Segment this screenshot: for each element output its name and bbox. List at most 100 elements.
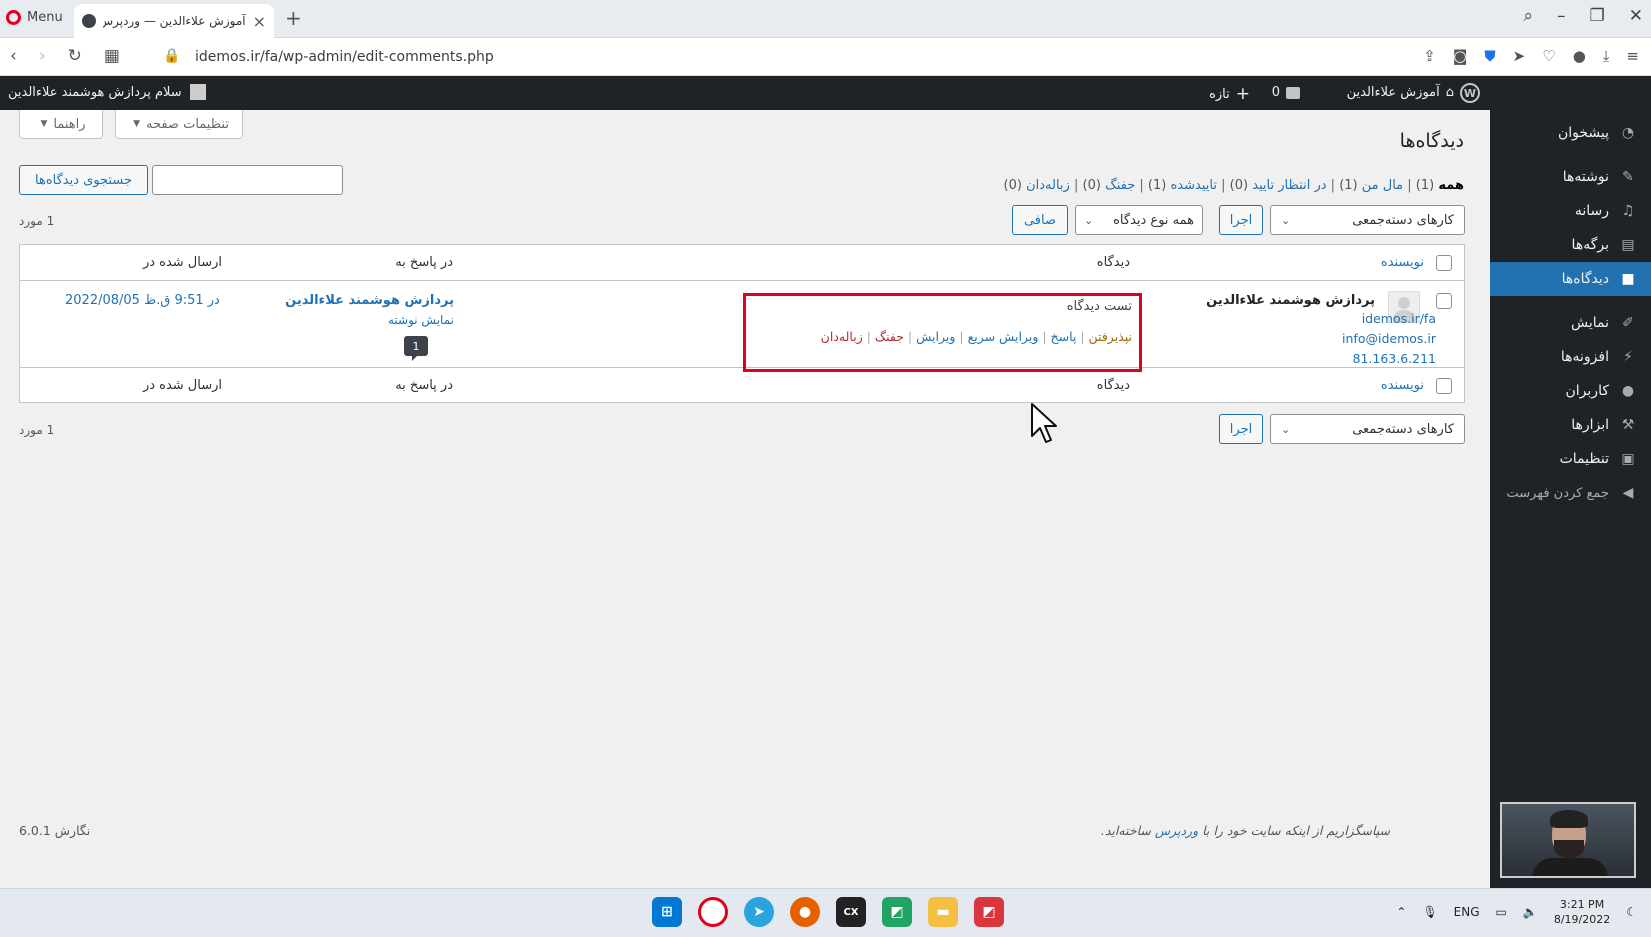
filter-trash[interactable]: زباله‌دان	[1026, 178, 1070, 193]
wordpress-link[interactable]: وردپرس	[1155, 823, 1198, 838]
column-author[interactable]: نویسنده	[1381, 378, 1424, 393]
select-all-checkbox[interactable]	[1436, 255, 1452, 271]
screen-options-tab[interactable]: ▼ تنظیمات صفحه	[115, 110, 243, 139]
volume-icon[interactable]: 🔈	[1523, 905, 1538, 919]
camtasia-recorder-icon[interactable]: ◩	[882, 897, 912, 927]
firefox-icon[interactable]: ●	[790, 897, 820, 927]
taskbar-clock[interactable]: 3:21 PM 8/19/2022	[1554, 897, 1610, 927]
comment-count-bubble[interactable]: 1	[404, 336, 428, 361]
view-post-link[interactable]: نمایش نوشته	[388, 313, 454, 327]
sidebar-item-settings[interactable]: تنظیمات ▣	[1490, 442, 1651, 476]
admin-sidebar: پیشخوان ◔ نوشته‌ها ✎ رسانه ♫ برگه‌ها ▤ د…	[1482, 76, 1651, 888]
admin-bar-comments[interactable]: 0	[1272, 85, 1300, 100]
author-email[interactable]: info@idemos.ir	[1342, 331, 1436, 346]
sidebar-item-users[interactable]: کاربران ●	[1490, 374, 1651, 408]
vpn-shield-icon[interactable]: ⛊	[1484, 47, 1495, 65]
opera-menu-button[interactable]: Menu	[6, 10, 63, 25]
filter-mine[interactable]: مال من	[1362, 178, 1403, 193]
sidebar-item-dashboard[interactable]: پیشخوان ◔	[1490, 116, 1651, 150]
author-ip[interactable]: 81.163.6.211	[1353, 351, 1437, 366]
table-row: پردازش هوشمند علاءالدین idemos.ir/fa inf…	[20, 281, 1464, 367]
search-tabs-icon[interactable]: ⌕	[1523, 6, 1533, 26]
sidebar-item-collapse[interactable]: جمع کردن فهرست ◀	[1490, 476, 1651, 510]
tab-grid-icon[interactable]: ▦	[104, 46, 120, 66]
column-response[interactable]: در پاسخ به	[395, 255, 453, 270]
collapse-icon: ◀	[1622, 485, 1634, 501]
camtasia-icon[interactable]: ◩	[974, 897, 1004, 927]
browser-tab[interactable]: آموزش علاءالدین — وردپرس ×	[74, 4, 274, 38]
sidebar-item-pages[interactable]: برگه‌ها ▤	[1490, 228, 1651, 262]
search-comments-button[interactable]: جستجوی دیدگاه‌ها	[19, 165, 148, 195]
column-response[interactable]: در پاسخ به	[395, 378, 453, 393]
plus-icon: +	[1235, 84, 1250, 104]
do-not-disturb-icon[interactable]: ☾	[1626, 905, 1637, 919]
heart-icon[interactable]: ♡	[1542, 47, 1555, 65]
filter-approved[interactable]: تاییدشده	[1170, 178, 1216, 193]
clock-time: 3:21 PM	[1559, 898, 1605, 911]
profile-icon[interactable]: ●	[1573, 47, 1586, 65]
filter-trash-count: (0)	[1003, 178, 1022, 193]
telegram-icon[interactable]: ➤	[744, 897, 774, 927]
network-icon[interactable]: ▭	[1496, 905, 1507, 919]
file-explorer-icon[interactable]: ▬	[928, 897, 958, 927]
taskbar-apps: ⊞ ➤ ● CX ◩ ▬ ◩	[652, 897, 1004, 927]
filter-spam[interactable]: جفنگ	[1105, 178, 1135, 193]
windows-taskbar: ⊞ ➤ ● CX ◩ ▬ ◩ ⌃ 🎙 ENG ▭ 🔈 3:21 PM 8/19/…	[0, 888, 1651, 937]
submitted-date[interactable]: 2022/08/05 در 9:51 ق.ظ	[65, 293, 220, 308]
wordpress-logo-icon[interactable]: W	[1460, 83, 1480, 103]
comment-type-select[interactable]: ⌄ همه نوع دیدگاه	[1075, 205, 1203, 235]
new-label: تازه	[1209, 86, 1230, 102]
column-author[interactable]: نویسنده	[1381, 255, 1424, 270]
sidebar-item-appearance[interactable]: نمایش ✐	[1490, 306, 1651, 340]
account-menu[interactable]: سلام پردازش هوشمند علاءالدین	[8, 84, 206, 100]
close-window-icon[interactable]: ✕	[1629, 6, 1643, 26]
url-field[interactable]: idemos.ir/fa/wp-admin/edit-comments.php	[195, 49, 494, 65]
lock-icon[interactable]: 🔒	[163, 48, 180, 64]
author-url[interactable]: idemos.ir/fa	[1362, 311, 1436, 326]
opera-icon[interactable]	[698, 897, 728, 927]
easy-setup-icon[interactable]: ≡	[1626, 47, 1639, 65]
select-all-checkbox-footer[interactable]	[1436, 378, 1452, 394]
apply-button-top[interactable]: اجرا	[1219, 205, 1263, 235]
minimize-icon[interactable]: –	[1557, 6, 1566, 26]
main-content: ▼ راهنما ▼ تنظیمات صفحه دیدگاه‌ها همه (1…	[0, 110, 1490, 888]
admin-bar-new[interactable]: تازه +	[1209, 84, 1250, 104]
chevron-down-icon: ⌄	[1281, 213, 1291, 227]
chevron-up-icon[interactable]: ⌃	[1396, 905, 1406, 919]
site-name-link[interactable]: آموزش علاءالدین ⌂	[1347, 85, 1454, 100]
column-date[interactable]: ارسال شده در	[143, 378, 222, 393]
opera-logo-icon	[6, 10, 21, 25]
language-indicator[interactable]: ENG	[1454, 905, 1480, 919]
reload-icon[interactable]: ↻	[68, 46, 82, 66]
row-checkbox[interactable]	[1436, 293, 1452, 309]
bulk-actions-select-top[interactable]: ⌄ کارهای دسته‌جمعی	[1270, 205, 1465, 235]
help-tab[interactable]: ▼ راهنما	[19, 110, 103, 139]
back-icon[interactable]: ‹	[10, 46, 17, 66]
column-date[interactable]: ارسال شده در	[143, 255, 222, 270]
close-tab-icon[interactable]: ×	[253, 12, 266, 31]
wrench-icon: ⚒	[1621, 417, 1635, 433]
filter-pending[interactable]: در انتظار تایید	[1252, 178, 1326, 193]
cx-app-icon[interactable]: CX	[836, 897, 866, 927]
sidebar-item-media[interactable]: رسانه ♫	[1490, 194, 1651, 228]
sidebar-item-plugins[interactable]: افزونه‌ها ⚡	[1490, 340, 1651, 374]
maximize-icon[interactable]: ❐	[1590, 6, 1605, 26]
forward-icon[interactable]: ›	[39, 46, 46, 66]
response-post-title[interactable]: پردازش هوشمند علاءالدین	[285, 293, 454, 308]
bulk-actions-select-bottom[interactable]: ⌄ کارهای دسته‌جمعی	[1270, 414, 1465, 444]
sidebar-item-posts[interactable]: نوشته‌ها ✎	[1490, 160, 1651, 194]
comment-bubble-icon	[1286, 86, 1300, 99]
sidebar-item-comments[interactable]: دیدگاه‌ها ■	[1482, 262, 1651, 296]
snapshot-icon[interactable]: ◙	[1453, 47, 1468, 65]
filter-all[interactable]: همه	[1438, 178, 1464, 193]
apply-button-bottom[interactable]: اجرا	[1219, 414, 1263, 444]
sidebar-item-tools[interactable]: ابزارها ⚒	[1490, 408, 1651, 442]
share-icon[interactable]: ⇪	[1423, 47, 1436, 65]
windows-start-icon[interactable]: ⊞	[652, 897, 682, 927]
microphone-icon[interactable]: 🎙	[1422, 905, 1437, 919]
search-input[interactable]	[152, 165, 343, 195]
filter-button[interactable]: صافی	[1012, 205, 1068, 235]
download-icon[interactable]: ⤓	[1603, 47, 1610, 65]
send-icon[interactable]: ➤	[1513, 47, 1526, 65]
new-tab-icon[interactable]: +	[285, 6, 302, 30]
